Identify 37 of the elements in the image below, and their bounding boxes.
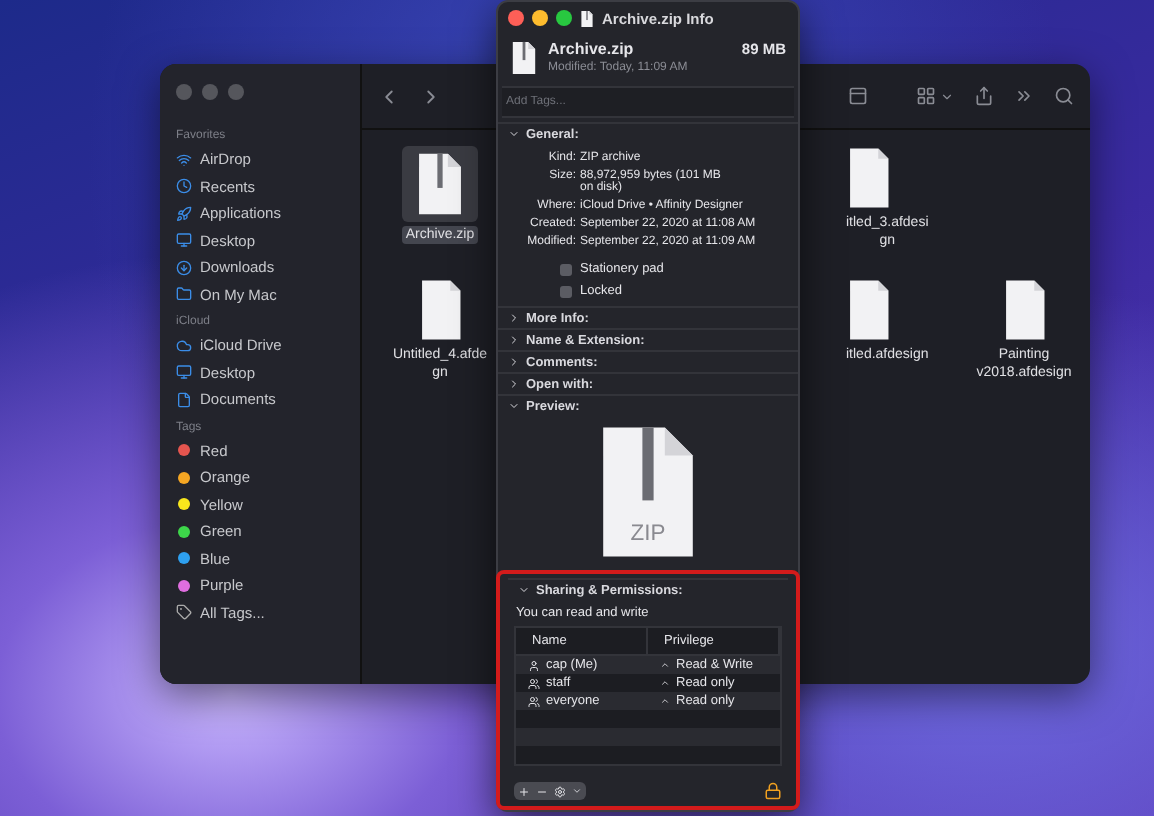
zoom-button[interactable]: [556, 10, 572, 26]
remove-icon[interactable]: [536, 785, 548, 797]
chevron-down-icon: [508, 400, 520, 412]
tag-icon: [176, 604, 192, 621]
applications-icon: [176, 205, 192, 222]
settings-icon[interactable]: [554, 785, 566, 797]
document-icon: [176, 391, 192, 408]
user-icon: [528, 659, 540, 671]
share-icon[interactable]: [974, 86, 994, 106]
caret-icon[interactable]: [940, 89, 954, 103]
action-buttons[interactable]: [514, 782, 586, 800]
grid-view-icon[interactable]: [916, 86, 936, 106]
group-icon: [528, 695, 540, 707]
search-icon[interactable]: [1054, 86, 1074, 106]
clock-icon: [176, 178, 192, 195]
airdrop-icon: [176, 151, 192, 168]
more-icon[interactable]: [1014, 86, 1034, 106]
chevron-down-icon: [508, 128, 520, 140]
checkbox[interactable]: [560, 263, 572, 275]
add-icon[interactable]: [518, 785, 530, 797]
cloud-icon: [176, 337, 192, 354]
folder-icon: [176, 286, 192, 303]
group-icon: [528, 677, 540, 689]
gallery-view-icon[interactable]: [848, 86, 868, 106]
download-icon: [176, 259, 192, 276]
zip-file-icon: [402, 146, 478, 222]
chevron-down-icon: [518, 584, 530, 596]
desktop-icon: [176, 232, 192, 249]
file-name: Archive.zip: [548, 40, 636, 58]
close-button[interactable]: [508, 10, 524, 26]
checkbox[interactable]: [560, 285, 572, 297]
file-icon: [580, 9, 594, 27]
minimize-button[interactable]: [532, 10, 548, 26]
zip-file-icon: [510, 40, 538, 76]
lock-icon[interactable]: [764, 782, 782, 800]
caret-icon[interactable]: [572, 786, 582, 796]
desktop-icon: [176, 364, 192, 381]
